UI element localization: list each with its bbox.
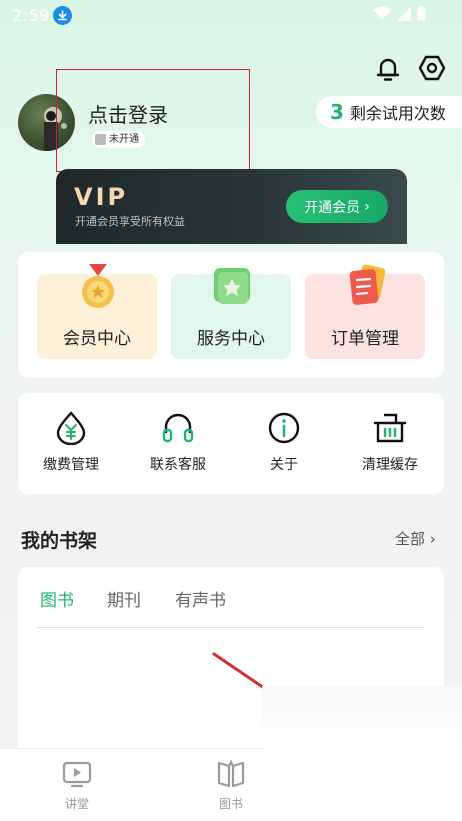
- bookshelf-title: 我的书架: [21, 530, 98, 552]
- signal-icon: [397, 6, 411, 21]
- about-label: 关于: [270, 457, 298, 473]
- headset-icon: [162, 413, 194, 443]
- medal-icon: [82, 264, 114, 308]
- download-icon: [53, 6, 72, 25]
- order-list-icon: [349, 264, 386, 305]
- settings-icon[interactable]: [416, 52, 448, 84]
- vip-subtitle: 开通会员享受所有权益: [75, 215, 185, 228]
- service-center-label: 服务中心: [197, 329, 265, 349]
- trial-count: 3: [330, 100, 344, 124]
- clear-cache-label: 清理缓存: [362, 457, 418, 473]
- bottom-nav: 讲堂 图书: [0, 748, 262, 821]
- nav-books[interactable]: 图书: [201, 759, 261, 812]
- bookshelf-all-label: 全部: [395, 530, 426, 548]
- status-time: 2:59: [12, 6, 50, 25]
- open-book-icon: [217, 759, 245, 788]
- vip-banner[interactable]: VIP 开通会员享受所有权益 开通会员 ›: [56, 169, 407, 244]
- bell-icon[interactable]: [373, 54, 403, 84]
- about-item[interactable]: 关于: [239, 411, 329, 474]
- payment-management-item[interactable]: 缴费管理: [26, 411, 116, 474]
- nav-books-label: 图书: [218, 797, 243, 811]
- order-management-tile[interactable]: 订单管理: [305, 264, 425, 359]
- open-membership-label: 开通会员: [304, 199, 361, 216]
- battery-icon: [417, 6, 426, 21]
- tab-journals[interactable]: 期刊: [107, 586, 141, 611]
- member-center-tile[interactable]: 会员中心: [37, 264, 157, 359]
- clear-cache-item[interactable]: 清理缓存: [345, 411, 435, 474]
- service-center-tile[interactable]: 服务中心: [171, 268, 291, 359]
- payment-drop-icon: [56, 411, 86, 445]
- bookshelf-all-link[interactable]: 全部 ›: [395, 528, 436, 549]
- chevron-right-icon: ›: [429, 530, 436, 548]
- tab-audiobooks[interactable]: 有声书: [175, 586, 226, 611]
- chevron-right-icon: ›: [364, 198, 370, 215]
- basket-icon: [373, 413, 407, 443]
- contact-support-label: 联系客服: [150, 457, 206, 473]
- occluding-overlay: [262, 686, 462, 821]
- trial-label: 剩余试用次数: [349, 104, 446, 123]
- nav-lecture-label: 讲堂: [64, 797, 89, 811]
- tab-divider: [37, 627, 425, 628]
- annotation-highlight-box: [56, 69, 250, 172]
- vip-title: VIP: [74, 183, 129, 211]
- status-indicators: [373, 6, 426, 21]
- nav-lecture[interactable]: 讲堂: [47, 759, 107, 812]
- wifi-icon: [373, 6, 391, 20]
- tab-books[interactable]: 图书: [40, 586, 74, 611]
- tools-card: 缴费管理 联系客服 关于 清理缓存: [18, 393, 444, 494]
- feature-card: 会员中心 服务中心 订单管理: [18, 252, 444, 378]
- star-book-icon: [214, 268, 250, 304]
- contact-support-item[interactable]: 联系客服: [133, 411, 223, 474]
- info-icon: [268, 412, 300, 444]
- member-center-label: 会员中心: [63, 329, 131, 349]
- trial-count-pill[interactable]: 3 剩余试用次数: [316, 96, 462, 128]
- payment-management-label: 缴费管理: [43, 457, 99, 473]
- status-bar: 2:59: [0, 0, 462, 32]
- open-membership-button[interactable]: 开通会员 ›: [286, 190, 388, 223]
- play-screen-icon: [62, 761, 92, 788]
- order-management-label: 订单管理: [331, 329, 399, 349]
